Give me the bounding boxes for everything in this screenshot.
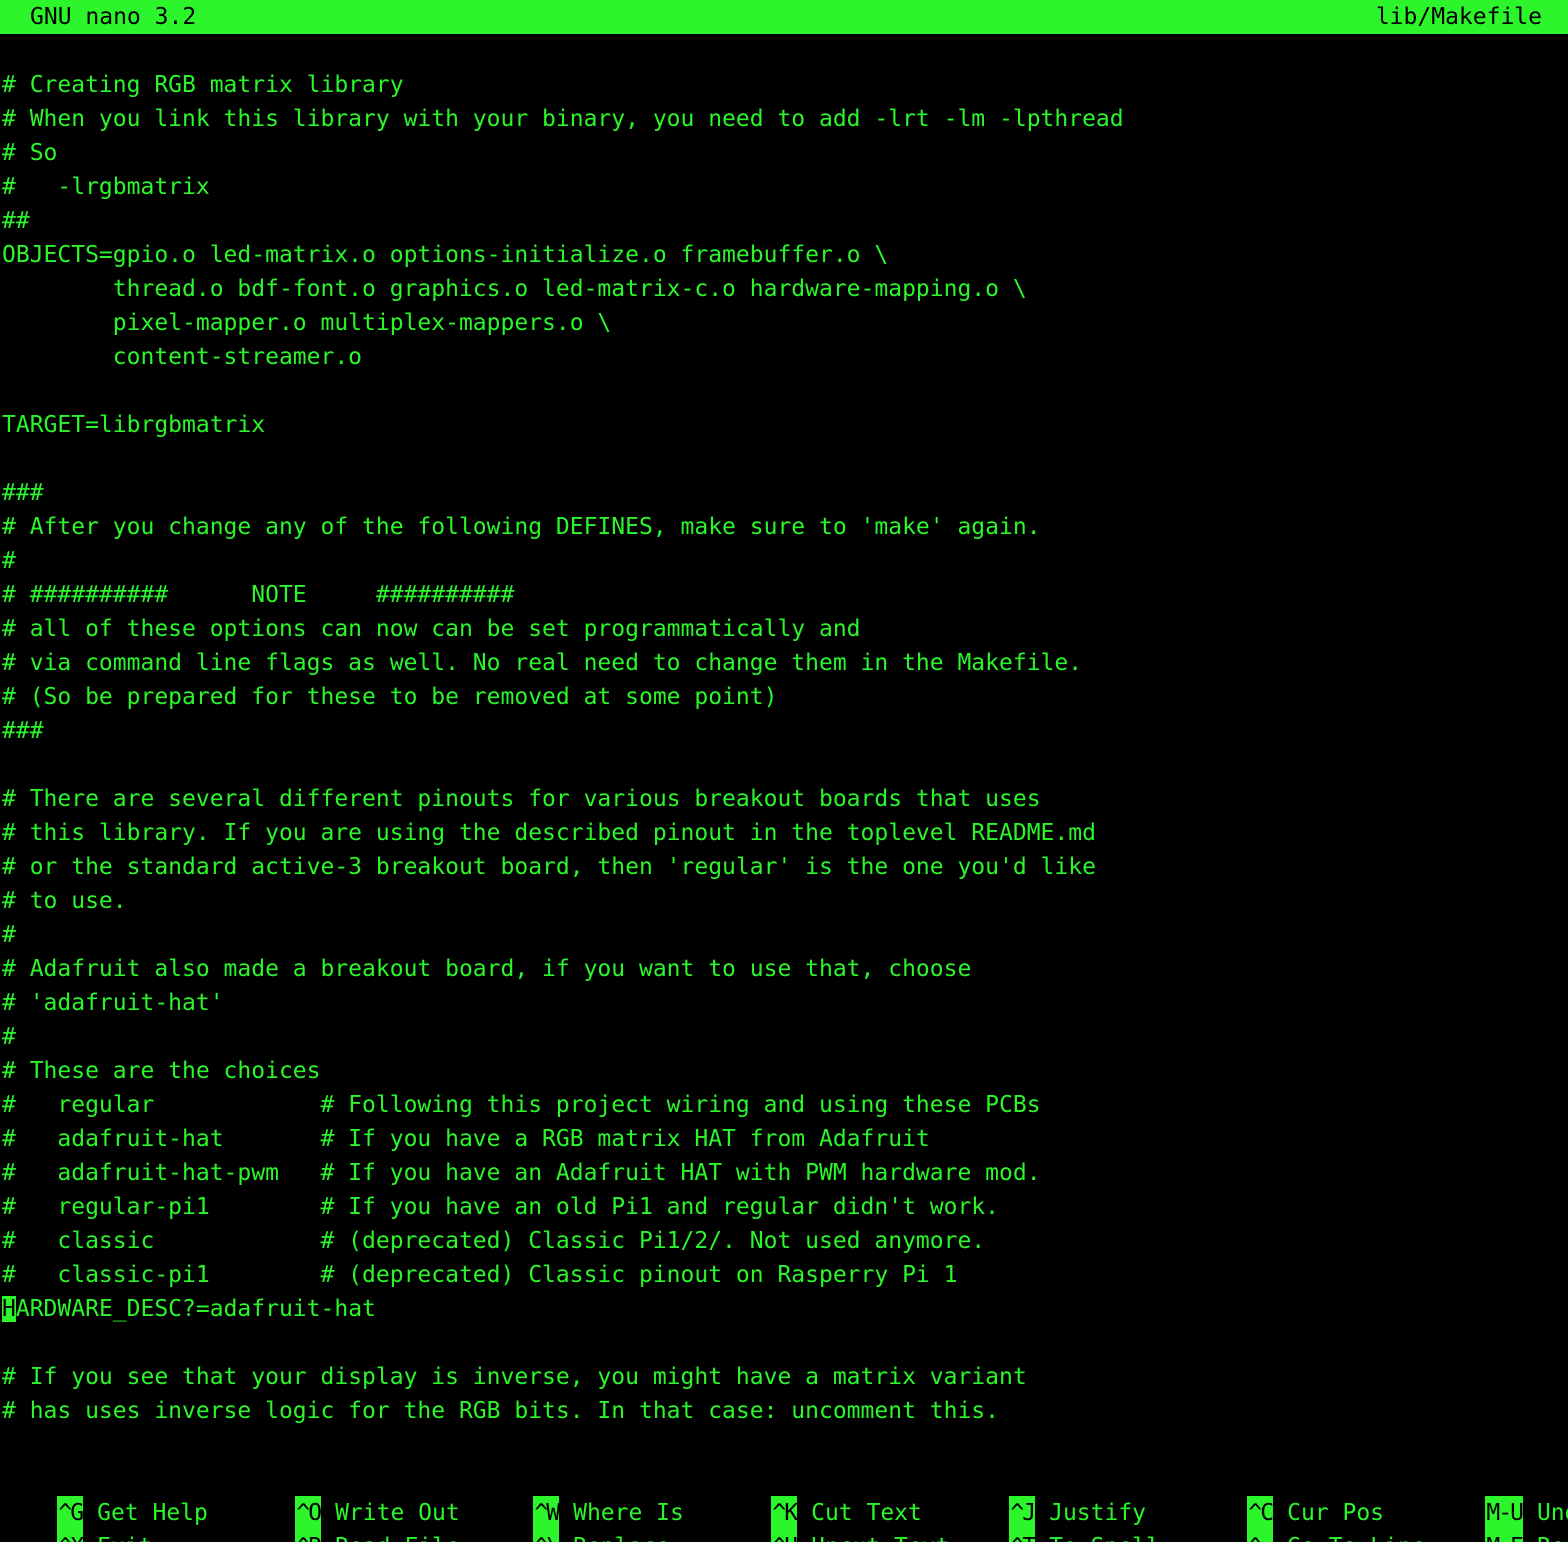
code-line[interactable]: # 'adafruit-hat'	[0, 986, 1568, 1020]
file-name: lib/Makefile	[1375, 4, 1542, 30]
shortcut-get-help[interactable]: ^G Get Help	[2, 1462, 208, 1530]
code-line[interactable]: # These are the choices	[0, 1054, 1568, 1088]
code-line[interactable]: # ########## NOTE ##########	[0, 578, 1568, 612]
shortcut-justify[interactable]: ^J Justify	[954, 1462, 1146, 1530]
code-line[interactable]	[0, 748, 1568, 782]
code-line[interactable]: pixel-mapper.o multiplex-mappers.o \	[0, 306, 1568, 340]
code-line[interactable]: #	[0, 918, 1568, 952]
code-line[interactable]: # to use.	[0, 884, 1568, 918]
code-line[interactable]: TARGET=librgbmatrix	[0, 408, 1568, 442]
code-line[interactable]: # or the standard active-3 breakout boar…	[0, 850, 1568, 884]
code-line[interactable]: # classic-pi1 # (deprecated) Classic pin…	[0, 1258, 1568, 1292]
code-line[interactable]: #	[0, 1020, 1568, 1054]
code-line[interactable]: #	[0, 544, 1568, 578]
shortcut-bar: ^G Get Help ^O Write Out ^W Where Is ^K Cut …	[0, 1462, 1568, 1542]
code-line[interactable]: # adafruit-hat-pwm # If you have an Adaf…	[0, 1156, 1568, 1190]
shortcut-uncut-text[interactable]: ^UUncut Text	[716, 1496, 950, 1542]
shortcut-undo[interactable]: M-UUndo	[1430, 1462, 1568, 1530]
code-line[interactable]: content-streamer.o	[0, 340, 1568, 374]
shortcut-where-is[interactable]: ^W Where Is	[478, 1462, 684, 1530]
code-line[interactable]: thread.o bdf-font.o graphics.o led-matri…	[0, 272, 1568, 306]
code-line[interactable]: # regular # Following this project wirin…	[0, 1088, 1568, 1122]
shortcut-go-to-line[interactable]: ^_Go To Line	[1192, 1496, 1426, 1542]
code-line[interactable]: # There are several different pinouts fo…	[0, 782, 1568, 816]
code-line[interactable]: # Creating RGB matrix library	[0, 68, 1568, 102]
code-line[interactable]: # -lrgbmatrix	[0, 170, 1568, 204]
code-line[interactable]: # all of these options can now can be se…	[0, 612, 1568, 646]
code-line[interactable]: # has uses inverse logic for the RGB bit…	[0, 1394, 1568, 1428]
code-line[interactable]: # this library. If you are using the des…	[0, 816, 1568, 850]
code-line[interactable]: # Adafruit also made a breakout board, i…	[0, 952, 1568, 986]
code-line[interactable]: # regular-pi1 # If you have an old Pi1 a…	[0, 1190, 1568, 1224]
code-line[interactable]	[0, 1326, 1568, 1360]
code-line[interactable]: # If you see that your display is invers…	[0, 1360, 1568, 1394]
code-line[interactable]: OBJECTS=gpio.o led-matrix.o options-init…	[0, 238, 1568, 272]
code-line[interactable]: ##	[0, 204, 1568, 238]
code-line[interactable]	[0, 374, 1568, 408]
code-line[interactable]: # After you change any of the following …	[0, 510, 1568, 544]
shortcut-write-out[interactable]: ^O Write Out	[240, 1462, 460, 1530]
editor-version: GNU nano 3.2	[30, 4, 197, 30]
code-line[interactable]: # So	[0, 136, 1568, 170]
code-line[interactable]: # classic # (deprecated) Classic Pi1/2/.…	[0, 1224, 1568, 1258]
code-line[interactable]: ###	[0, 476, 1568, 510]
shortcut-read-file[interactable]: ^RRead File	[240, 1496, 460, 1542]
code-line[interactable]: ###	[0, 714, 1568, 748]
shortcut-to-spell[interactable]: ^TTo Spell	[954, 1496, 1160, 1542]
code-line[interactable]: # (So be prepared for these to be remove…	[0, 680, 1568, 714]
code-line[interactable]: # When you link this library with your b…	[0, 102, 1568, 136]
code-line[interactable]: # via command line flags as well. No rea…	[0, 646, 1568, 680]
code-line-current[interactable]: HARDWARE_DESC?=adafruit-hat	[0, 1292, 1568, 1326]
code-line[interactable]	[0, 442, 1568, 476]
code-line[interactable]: # adafruit-hat # If you have a RGB matri…	[0, 1122, 1568, 1156]
editor-text-area[interactable]: # Creating RGB matrix library # When you…	[0, 68, 1568, 1428]
shortcut-replace[interactable]: ^\Replace	[478, 1496, 670, 1542]
shortcut-cut-text[interactable]: ^K Cut Text	[716, 1462, 922, 1530]
shortcut-redo[interactable]: M-ERedo	[1430, 1496, 1568, 1542]
text-cursor: H	[2, 1296, 16, 1322]
title-bar: GNU nano 3.2 lib/Makefile	[0, 0, 1568, 34]
shortcut-cur-pos[interactable]: ^C Cur Pos	[1192, 1462, 1384, 1530]
shortcut-exit[interactable]: ^XExit	[2, 1496, 152, 1542]
